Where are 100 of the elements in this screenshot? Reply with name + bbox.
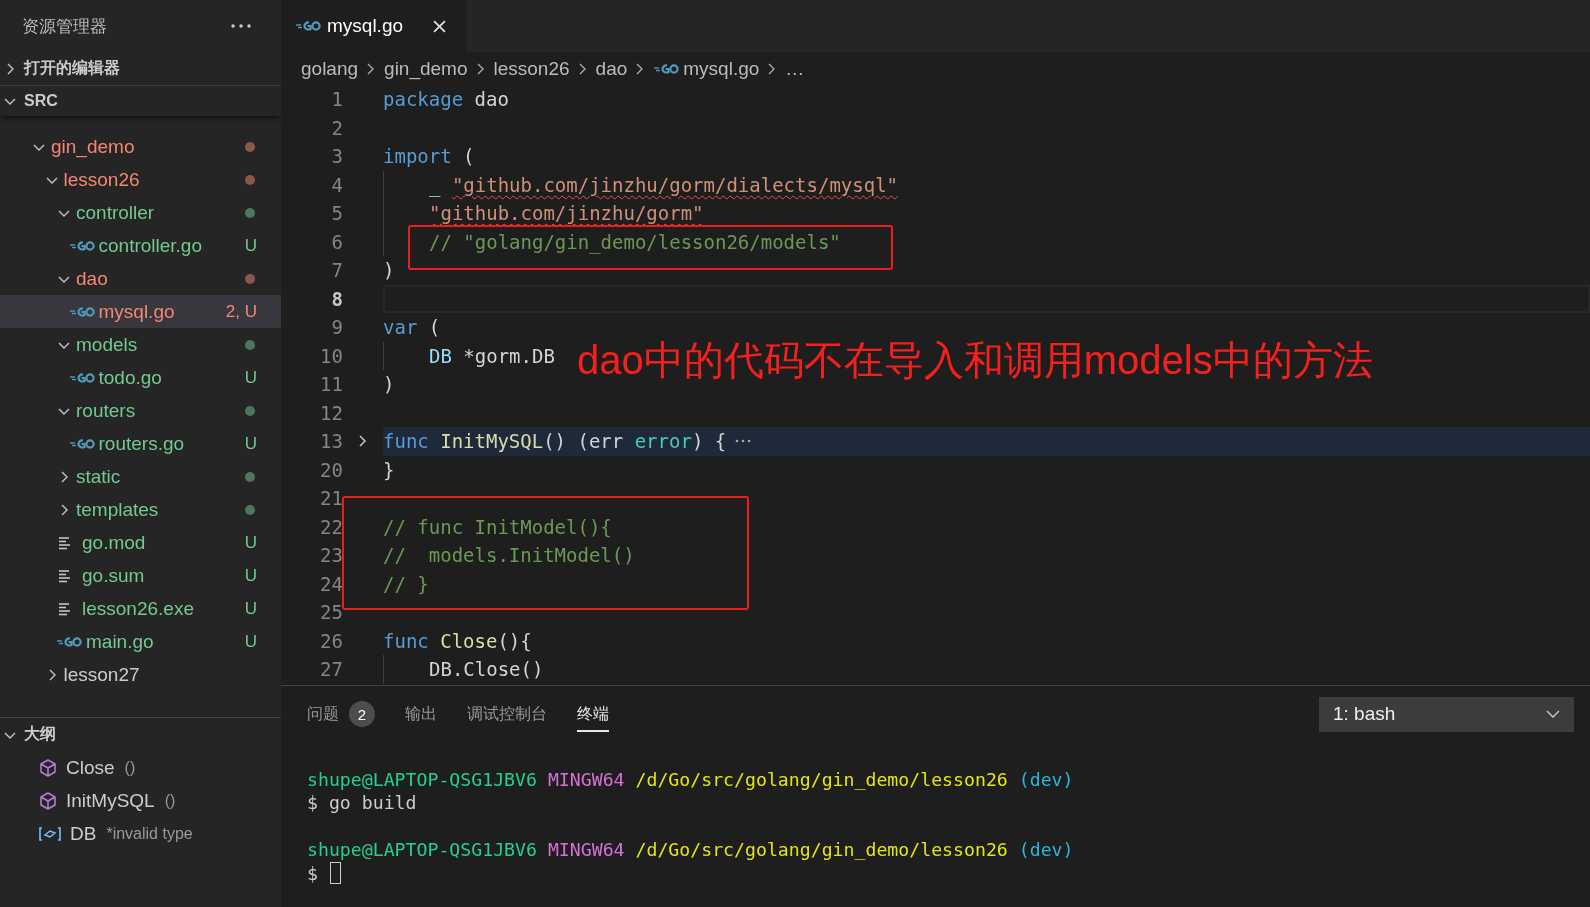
terminal-line: shupe@LAPTOP-QSG1JBV6 MINGW64 /d/Go/src/golang/gin_demo/lesson26 (dev) xyxy=(307,768,1074,790)
section-header[interactable]: 打开的编辑器 xyxy=(0,52,281,85)
tree-item[interactable]: lesson26.exe U xyxy=(0,592,281,625)
line-number: 21 xyxy=(319,487,343,510)
tree-item[interactable]: lesson27 xyxy=(0,658,281,691)
tree-item[interactable]: go.mod U xyxy=(0,526,281,559)
variable-icon xyxy=(38,825,62,842)
file-name: todo.go xyxy=(98,366,163,389)
file-name: routers.go xyxy=(98,432,186,455)
go-file-icon xyxy=(68,437,95,450)
tree-item[interactable]: templates xyxy=(0,493,281,526)
line-number: 10 xyxy=(319,344,343,367)
breadcrumb-item[interactable]: dao xyxy=(595,57,628,80)
file-name: routers xyxy=(76,399,137,422)
outline-item[interactable]: DB *invalid type xyxy=(0,817,281,850)
close-icon[interactable] xyxy=(433,19,447,33)
ellipsis-icon[interactable] xyxy=(734,438,753,445)
status-letter: U xyxy=(244,631,257,652)
status-letter: U xyxy=(244,565,257,586)
breadcrumb-item[interactable]: … xyxy=(785,57,805,80)
tree-item[interactable]: routers xyxy=(0,394,281,427)
status-letter: U xyxy=(244,235,257,256)
line-number: 20 xyxy=(319,458,343,481)
line-number: 3 xyxy=(330,145,343,168)
go-file-icon xyxy=(68,305,95,318)
line-number: 25 xyxy=(319,601,343,624)
editor-tab[interactable]: mysql.go xyxy=(281,0,467,52)
go-file-icon xyxy=(653,62,680,75)
tree-item[interactable]: gin_demo xyxy=(0,130,281,163)
cube-icon xyxy=(38,790,58,811)
file-name: dao xyxy=(76,267,109,290)
go-file-icon xyxy=(68,371,95,384)
file-name: lesson27 xyxy=(63,663,141,686)
more-actions-icon[interactable] xyxy=(231,24,251,28)
terminal-line: $ xyxy=(307,862,318,884)
breadcrumb-item[interactable]: gin_demo xyxy=(384,57,468,80)
panel-tab[interactable]: 问题 2 xyxy=(307,696,375,732)
file-name: static xyxy=(76,465,122,488)
line-number: 23 xyxy=(319,544,343,567)
tree-item[interactable]: lesson26 xyxy=(0,163,281,196)
line-number: 6 xyxy=(330,230,343,253)
breadcrumb-item[interactable]: mysql.go xyxy=(653,57,760,80)
line-number: 11 xyxy=(319,373,343,396)
code-line: DB *gorm.DB xyxy=(429,344,555,367)
file-name: models xyxy=(76,333,139,356)
cube-icon xyxy=(38,757,58,778)
text-file-icon xyxy=(58,568,72,583)
panel-tab[interactable]: 终端 xyxy=(577,696,609,732)
breadcrumb-item[interactable]: lesson26 xyxy=(493,57,570,80)
go-file-icon xyxy=(68,239,95,252)
tree-item[interactable]: static xyxy=(0,460,281,493)
tree-item[interactable]: routers.go U xyxy=(0,427,281,460)
outline-item[interactable]: Close () xyxy=(0,751,281,784)
code-line: package dao xyxy=(383,88,509,111)
outline-item[interactable]: InitMySQL () xyxy=(0,784,281,817)
go-file-icon xyxy=(295,20,321,32)
code-line: func Close(){ xyxy=(383,629,532,652)
line-number: 1 xyxy=(330,88,343,111)
tree-item[interactable]: go.sum U xyxy=(0,559,281,592)
file-name: templates xyxy=(76,498,160,521)
code-line: // func InitModel(){ xyxy=(383,515,612,538)
tree-item[interactable]: mysql.go 2, U xyxy=(0,295,281,328)
code-line: // "golang/gin_demo/lesson26/models" xyxy=(429,230,841,253)
line-number: 26 xyxy=(319,629,343,652)
file-name: controller.go xyxy=(98,234,203,257)
file-name: lesson26 xyxy=(63,168,141,191)
terminal-line: $ go build xyxy=(307,792,417,814)
section-header[interactable]: SRC xyxy=(0,85,281,116)
code-line: "github.com/jinzhu/gorm" xyxy=(429,202,704,225)
text-file-icon xyxy=(58,535,72,550)
tree-item[interactable]: main.go U xyxy=(0,625,281,658)
status-letter: U xyxy=(244,598,257,619)
terminal-dropdown[interactable]: 1: bash xyxy=(1319,696,1574,732)
status-letter: U xyxy=(244,367,257,388)
code-line: _ "github.com/jinzhu/gorm/dialects/mysql" xyxy=(429,173,898,196)
code-line: // } xyxy=(383,572,429,595)
code-line: ) xyxy=(383,373,395,396)
tree-item[interactable]: controller.go U xyxy=(0,229,281,262)
panel-tab[interactable]: 输出 xyxy=(405,696,437,732)
file-name: go.sum xyxy=(82,564,146,587)
tree-item[interactable]: controller xyxy=(0,196,281,229)
code-line: func InitMySQL() (err error) { xyxy=(383,430,727,453)
section-header[interactable]: 大纲 xyxy=(0,718,281,751)
code-line: ) xyxy=(383,259,395,282)
line-number: 24 xyxy=(319,572,343,595)
line-number: 5 xyxy=(330,202,343,225)
panel-tab[interactable]: 调试控制台 xyxy=(467,696,547,732)
line-number: 4 xyxy=(330,173,343,196)
tree-item[interactable]: todo.go U xyxy=(0,361,281,394)
tree-item[interactable]: dao xyxy=(0,262,281,295)
breadcrumb-item[interactable]: golang xyxy=(301,57,359,80)
explorer-title: 资源管理器 xyxy=(22,15,107,38)
tree-item[interactable]: models xyxy=(0,328,281,361)
status-letter: 2, U xyxy=(225,301,257,322)
line-number: 13 xyxy=(319,430,343,453)
line-number: 9 xyxy=(330,316,343,339)
file-name: gin_demo xyxy=(51,135,136,158)
line-number: 22 xyxy=(319,515,343,538)
code-line: import ( xyxy=(383,145,475,168)
file-name: go.mod xyxy=(82,531,147,554)
